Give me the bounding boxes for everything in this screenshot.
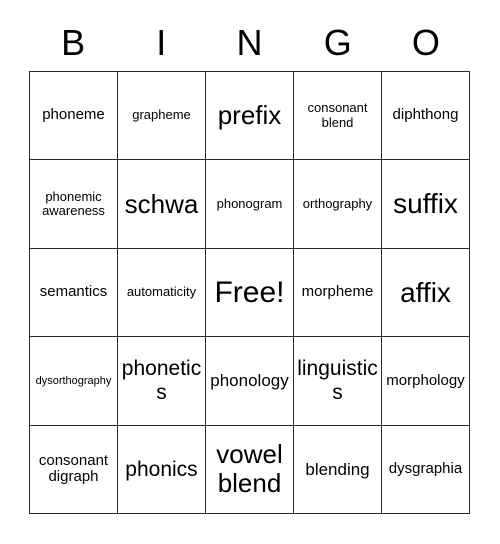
bingo-cell[interactable]: phonics xyxy=(118,425,206,515)
bingo-cell[interactable]: diphthong xyxy=(382,72,470,161)
bingo-cell[interactable]: prefix xyxy=(206,72,294,161)
bingo-cell[interactable]: phonology xyxy=(206,337,294,426)
header-letter-i: I xyxy=(156,21,167,63)
bingo-card: B I N G O phoneme grapheme prefix consonant… xyxy=(0,0,500,544)
bingo-grid: phoneme grapheme prefix consonant blend diph… xyxy=(29,71,470,515)
bingo-cell[interactable]: automaticity xyxy=(118,248,206,338)
bingo-cell[interactable]: dysorthography xyxy=(30,337,118,426)
bingo-cell[interactable]: linguistics xyxy=(294,337,382,426)
bingo-cell[interactable]: grapheme xyxy=(118,72,206,161)
bingo-cell[interactable]: orthography xyxy=(294,160,382,249)
bingo-row: phoneme grapheme prefix consonant blend diph… xyxy=(30,72,470,161)
bingo-cell[interactable]: dysgraphia xyxy=(382,425,470,515)
bingo-cell[interactable]: schwa xyxy=(118,160,206,249)
bingo-row: semantics automaticity Free! morpheme affix xyxy=(30,248,470,338)
bingo-header: B I N G O xyxy=(29,14,470,71)
bingo-cell[interactable]: vowel blend xyxy=(206,425,294,515)
bingo-cell[interactable]: phonemic awareness xyxy=(30,160,118,249)
bingo-cell[interactable]: morphology xyxy=(382,337,470,426)
bingo-cell-free-space[interactable]: Free! xyxy=(206,248,294,338)
bingo-row: consonant digraph phonics vowel blend blend… xyxy=(30,425,470,515)
bingo-row: phonemic awareness schwa phonogram orthogra… xyxy=(30,160,470,249)
bingo-cell[interactable]: consonant digraph xyxy=(30,425,118,515)
bingo-cell[interactable]: phonogram xyxy=(206,160,294,249)
bingo-cell[interactable]: phoneme xyxy=(30,72,118,161)
bingo-cell[interactable]: affix xyxy=(382,248,470,338)
bingo-cell[interactable]: consonant blend xyxy=(294,72,382,161)
bingo-cell[interactable]: suffix xyxy=(382,160,470,249)
bingo-row: dysorthography phonetics phonology linguist… xyxy=(30,337,470,426)
bingo-cell[interactable]: semantics xyxy=(30,248,118,338)
header-letter-b: B xyxy=(61,21,86,63)
bingo-cell[interactable]: morpheme xyxy=(294,248,382,338)
bingo-cell[interactable]: blending xyxy=(294,425,382,515)
header-letter-g: G xyxy=(323,21,352,63)
header-letter-n: N xyxy=(236,21,263,63)
bingo-cell[interactable]: phonetics xyxy=(118,337,206,426)
header-letter-o: O xyxy=(411,21,440,63)
